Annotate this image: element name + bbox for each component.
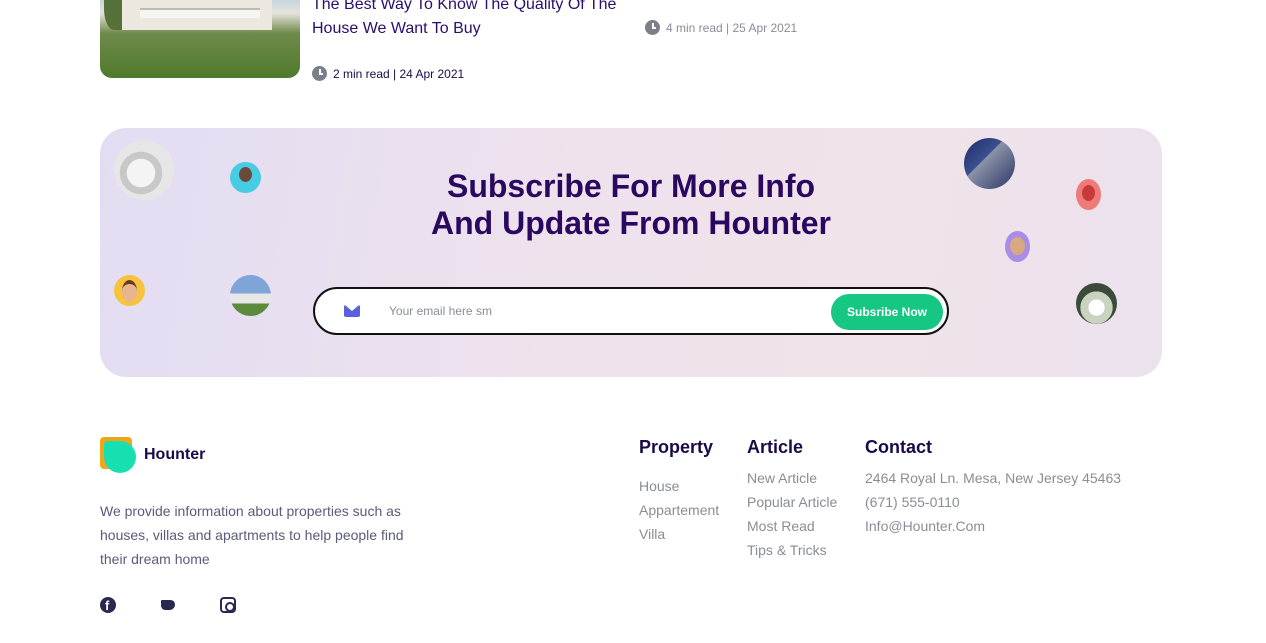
subscribe-title-line2: And Update From Hounter bbox=[431, 205, 831, 241]
contact-phone[interactable]: (671) 555-0110 bbox=[865, 490, 1121, 514]
logo-teal-shape bbox=[104, 441, 136, 473]
subscribe-form: Subsribe Now bbox=[313, 287, 949, 335]
footer-link-popular-article[interactable]: Popular Article bbox=[747, 490, 837, 514]
subscribe-title: Subscribe For More Info And Update From … bbox=[100, 168, 1162, 242]
footer-link-appartement[interactable]: Appartement bbox=[639, 498, 719, 522]
footer-description: We provide information about properties … bbox=[100, 503, 404, 567]
brand-name[interactable]: Hounter bbox=[144, 446, 205, 464]
property-links: House Appartement Villa bbox=[639, 474, 719, 546]
instagram-icon[interactable] bbox=[220, 597, 236, 613]
footer-link-most-read[interactable]: Most Read bbox=[747, 514, 837, 538]
subscribe-title-line1: Subscribe For More Info bbox=[446, 168, 816, 204]
clock-icon bbox=[645, 20, 660, 35]
article-meta-text: 2 min read | 24 Apr 2021 bbox=[333, 66, 465, 81]
interior-photo-bubble bbox=[1076, 283, 1117, 324]
house-photo-bubble bbox=[230, 275, 271, 316]
article-thumbnail[interactable] bbox=[100, 0, 300, 78]
article-title[interactable]: The Best Way To Know The Quality Of The … bbox=[312, 0, 632, 41]
mail-icon bbox=[344, 305, 360, 317]
house-porch bbox=[140, 8, 260, 18]
article-meta-text-second: 4 min read | 25 Apr 2021 bbox=[666, 20, 798, 35]
brand-logo[interactable] bbox=[100, 437, 136, 473]
contact-address: 2464 Royal Ln. Mesa, New Jersey 45463 bbox=[865, 470, 1122, 486]
contact-links: 2464 Royal Ln. Mesa, New Jersey 45463 (6… bbox=[865, 466, 1121, 538]
article-links: New Article Popular Article Most Read Ti… bbox=[747, 466, 837, 562]
footer-link-tips-tricks[interactable]: Tips & Tricks bbox=[747, 538, 837, 562]
avatar bbox=[114, 275, 145, 306]
subscribe-button[interactable]: Subsribe Now bbox=[831, 294, 943, 330]
email-input[interactable] bbox=[389, 299, 809, 323]
twitter-icon[interactable] bbox=[160, 598, 176, 611]
clock-icon bbox=[312, 66, 327, 81]
contact-email[interactable]: Info@Hounter.Com bbox=[865, 514, 1121, 538]
article-meta: 2 min read | 24 Apr 2021 bbox=[312, 66, 464, 81]
footer-link-new-article[interactable]: New Article bbox=[747, 466, 837, 490]
footer-link-villa[interactable]: Villa bbox=[639, 522, 719, 546]
facebook-icon[interactable] bbox=[100, 597, 116, 613]
footer-link-house[interactable]: House bbox=[639, 474, 719, 498]
contact-column-title: Contact bbox=[865, 437, 932, 457]
subscribe-banner: Subscribe For More Info And Update From … bbox=[100, 128, 1162, 377]
property-column-title: Property bbox=[639, 437, 714, 457]
article-meta-second: 4 min read | 25 Apr 2021 bbox=[645, 20, 797, 35]
article-column-title: Article bbox=[747, 437, 804, 457]
